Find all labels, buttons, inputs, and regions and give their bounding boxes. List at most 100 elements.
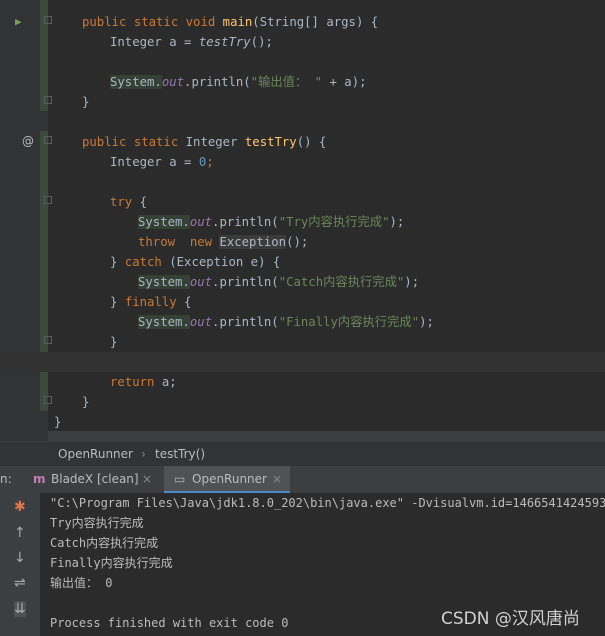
- breadcrumb-class[interactable]: OpenRunner: [58, 447, 133, 461]
- code-line[interactable]: System.out.println("输出值： " + a);: [0, 72, 605, 92]
- code-token: .println(: [212, 215, 279, 229]
- code-token: {: [184, 295, 192, 309]
- code-token: }: [54, 415, 62, 429]
- breadcrumb-separator-icon: ›: [141, 447, 146, 461]
- code-token: out: [161, 75, 185, 89]
- code-line[interactable]: }: [0, 332, 605, 352]
- down-arrow-icon[interactable]: ↓: [14, 550, 26, 566]
- code-line-text: System.out.println("Finally内容执行完成");: [138, 312, 434, 332]
- code-token: out: [189, 215, 213, 229]
- debug-icon[interactable]: ✱: [14, 499, 26, 515]
- code-line-text: throw new Exception();: [138, 232, 308, 252]
- code-token: );: [404, 275, 420, 289]
- code-line[interactable]: try {: [0, 192, 605, 212]
- code-token: "Catch内容执行完成": [278, 275, 405, 289]
- code-line-text: } catch (Exception e) {: [110, 252, 280, 272]
- code-line[interactable]: System.out.println("Catch内容执行完成");: [0, 272, 605, 292]
- code-token: "Finally内容执行完成": [278, 315, 420, 329]
- code-token: }: [82, 95, 90, 109]
- code-line[interactable]: } catch (Exception e) {: [0, 252, 605, 272]
- close-icon[interactable]: ×: [272, 472, 282, 486]
- code-token: "输出值： ": [250, 75, 323, 89]
- code-token: out: [189, 315, 213, 329]
- code-token: ();: [286, 235, 309, 249]
- code-line-text: Integer a = 0;: [110, 152, 214, 172]
- code-token: );: [389, 215, 405, 229]
- code-line[interactable]: return a;: [0, 372, 605, 392]
- maven-icon: m: [33, 472, 46, 486]
- up-arrow-icon[interactable]: ↑: [14, 525, 26, 541]
- run-tabs: n: m BladeX [clean] × ▭ OpenRunner ×: [0, 466, 605, 494]
- code-token: Integer: [185, 135, 245, 149]
- console-output-line: 输出值： 0: [50, 576, 113, 590]
- code-token: + a);: [322, 75, 367, 89]
- code-token: ();: [250, 35, 273, 49]
- console-output-line: Catch内容执行完成: [50, 536, 159, 550]
- code-token: System.: [110, 75, 162, 89]
- code-line-text: public static void main(String[] args) {: [82, 12, 378, 32]
- code-token: (Exception e) {: [169, 255, 281, 269]
- code-token: testTry: [198, 35, 251, 49]
- soft-wrap-icon[interactable]: ⇌: [14, 575, 26, 591]
- code-token: out: [189, 275, 213, 289]
- close-icon[interactable]: ×: [142, 472, 152, 486]
- breadcrumb: OpenRunner › testTry(): [0, 441, 605, 467]
- code-token: main: [222, 15, 253, 29]
- code-token: catch: [124, 255, 170, 269]
- code-line-text: }: [82, 392, 89, 412]
- code-token: Integer a =: [110, 155, 199, 169]
- code-line-text: System.out.println("Try内容执行完成");: [138, 212, 404, 232]
- code-line-text: }: [110, 332, 117, 352]
- code-token: .println(: [212, 315, 279, 329]
- code-line-text: }: [82, 92, 89, 112]
- code-line-text: }: [54, 412, 61, 432]
- code-token: Integer a =: [110, 35, 199, 49]
- tab-bladex[interactable]: BladeX [clean]: [51, 472, 139, 486]
- code-line[interactable]: System.out.println("Finally内容执行完成");: [0, 312, 605, 332]
- code-token: }: [82, 395, 90, 409]
- scroll-to-end-icon[interactable]: ⇊: [14, 601, 26, 617]
- code-token: }: [110, 295, 125, 309]
- run-label: n:: [0, 472, 12, 486]
- code-editor[interactable]: ▶ @ public static void main(String[] arg…: [0, 0, 605, 441]
- code-line[interactable]: }: [0, 392, 605, 412]
- code-line-text: try {: [110, 192, 147, 212]
- current-line-highlight: [0, 352, 605, 372]
- console-exit-line: Process finished with exit code 0: [50, 616, 289, 630]
- code-token: testTry: [244, 135, 297, 149]
- code-line-text: System.out.println("输出值： " + a);: [110, 72, 367, 92]
- code-line-text: } finally {: [110, 292, 191, 312]
- code-line[interactable]: }: [0, 412, 605, 432]
- code-token: Exception: [219, 235, 287, 249]
- code-token: public static: [82, 135, 186, 149]
- code-line-text: public static Integer testTry() {: [82, 132, 326, 152]
- code-token: System.: [138, 215, 190, 229]
- code-line-text: Integer a = testTry();: [110, 32, 273, 52]
- code-line[interactable]: public static void main(String[] args) {: [0, 12, 605, 32]
- code-token: () {: [296, 135, 327, 149]
- horizontal-scrollbar[interactable]: [48, 431, 605, 441]
- code-token: try: [110, 195, 140, 209]
- code-token: .println(: [184, 75, 251, 89]
- breadcrumb-method[interactable]: testTry(): [155, 447, 205, 461]
- code-line[interactable]: }: [0, 92, 605, 112]
- code-token: "Try内容执行完成": [278, 215, 390, 229]
- code-token: System.: [138, 315, 190, 329]
- code-line[interactable]: } finally {: [0, 292, 605, 312]
- code-line-text: System.out.println("Catch内容执行完成");: [138, 272, 419, 292]
- code-token: }: [110, 255, 125, 269]
- code-line-text: return a;: [110, 372, 177, 392]
- code-token: return: [110, 375, 162, 389]
- code-token: );: [419, 315, 434, 329]
- code-line[interactable]: Integer a = 0;: [0, 152, 605, 172]
- run-toolbar: ✱ ↑ ↓ ⇌ ⇊: [0, 493, 40, 636]
- code-line[interactable]: throw new Exception();: [0, 232, 605, 252]
- run-config-icon: ▭: [174, 472, 186, 486]
- console-command-line: "C:\Program Files\Java\jdk1.8.0_202\bin\…: [50, 496, 605, 510]
- tab-openrunner[interactable]: OpenRunner: [192, 472, 267, 486]
- code-token: System.: [138, 275, 190, 289]
- code-line[interactable]: public static Integer testTry() {: [0, 132, 605, 152]
- code-line[interactable]: Integer a = testTry();: [0, 32, 605, 52]
- console-output-line: Finally内容执行完成: [50, 556, 173, 570]
- code-line[interactable]: System.out.println("Try内容执行完成");: [0, 212, 605, 232]
